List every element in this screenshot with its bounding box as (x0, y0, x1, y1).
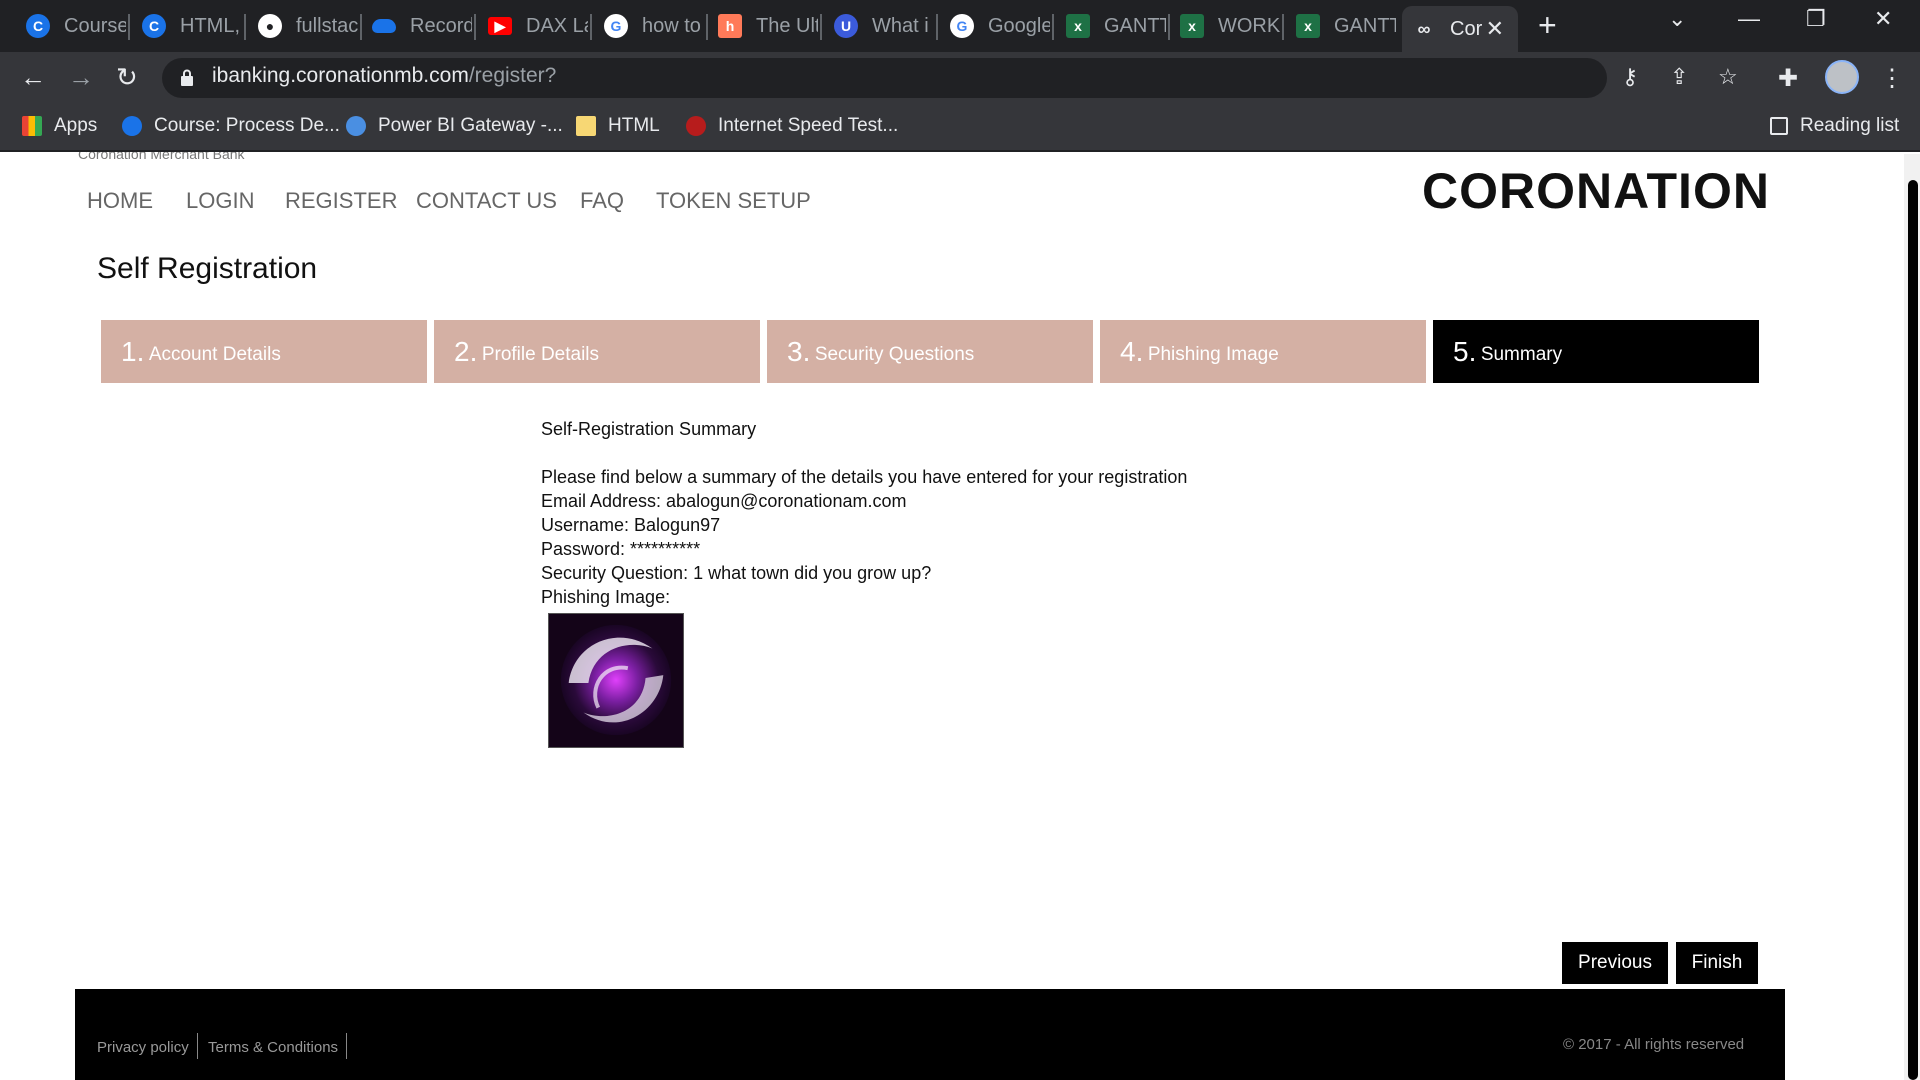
back-icon[interactable]: ← (20, 62, 46, 93)
tab-12[interactable]: x GANTT (1296, 0, 1396, 52)
tab-active[interactable]: ∞ Cor ✕ (1402, 6, 1518, 52)
summary-password: Password: ********** (541, 539, 701, 559)
footer-divider (346, 1033, 347, 1059)
summary-heading: Self-Registration Summary (541, 419, 757, 439)
extensions-icon[interactable]: ✚ (1778, 64, 1798, 93)
tab-separator (706, 14, 708, 40)
scrollbar-thumb[interactable] (1908, 180, 1918, 1080)
step-account-details[interactable]: 1. Account Details (101, 320, 427, 383)
summary-security-question: Security Question: 1 what town did you g… (541, 563, 932, 583)
reload-icon[interactable]: ↻ (116, 62, 138, 93)
tab-3[interactable]: ● fullstac (258, 0, 358, 52)
tab-10[interactable]: x GANTT (1066, 0, 1166, 52)
tab-7[interactable]: h The Ult (718, 0, 818, 52)
excel-icon: x (1296, 14, 1320, 38)
u-icon: U (834, 14, 858, 38)
coronation-icon: ∞ (1417, 18, 1431, 39)
summary-email: Email Address: abalogun@coronationam.com (541, 491, 907, 511)
step-phishing-image[interactable]: 4. Phishing Image (1100, 320, 1426, 383)
tab-9[interactable]: G Google (950, 0, 1050, 52)
bookmark-html-label[interactable]: HTML (576, 115, 660, 137)
tab-separator (474, 14, 476, 40)
url-text[interactable]: ibanking.coronationmb.com/register? (212, 64, 556, 88)
tab-separator (820, 14, 822, 40)
bookmark-apps-label[interactable]: Apps (22, 115, 97, 137)
step-profile-details[interactable]: 2. Profile Details (434, 320, 760, 383)
nav-faq[interactable]: FAQ (580, 188, 624, 214)
finish-button[interactable]: Finish (1676, 942, 1758, 984)
coursera-icon (122, 116, 142, 136)
nav-register[interactable]: REGISTER (285, 188, 397, 214)
close-tab-icon[interactable]: ✕ (1486, 16, 1504, 42)
tab-separator (1052, 14, 1054, 40)
speedtest-icon (686, 116, 706, 136)
tab-5[interactable]: ▶DAX La (488, 0, 588, 52)
summary-panel: Self-Registration Summary Please find be… (541, 417, 1187, 609)
tab-8[interactable]: U What i (834, 0, 934, 52)
hubspot-icon: h (718, 14, 742, 38)
bookmark-speedtest-label[interactable]: Internet Speed Test... (686, 115, 898, 137)
tab-search-icon[interactable]: ⌄ (1668, 6, 1686, 32)
lock-icon (181, 69, 193, 86)
tab-1[interactable]: C Course (26, 0, 126, 52)
summary-username: Username: Balogun97 (541, 515, 721, 535)
step-summary[interactable]: 5. Summary (1433, 320, 1759, 383)
tab-separator (1282, 14, 1284, 40)
new-tab-button[interactable]: + (1538, 9, 1557, 41)
nav-home[interactable]: HOME (87, 188, 153, 214)
nav-login[interactable]: LOGIN (186, 188, 254, 214)
tab-separator (936, 14, 938, 40)
tab-separator (128, 14, 130, 40)
star-icon[interactable]: ☆ (1718, 64, 1738, 90)
footer (75, 989, 1785, 1080)
phishing-image (548, 613, 684, 748)
reading-list-icon (1770, 117, 1788, 135)
close-window-icon[interactable]: ✕ (1874, 6, 1892, 32)
excel-icon: x (1180, 14, 1204, 38)
terms-link[interactable]: Terms & Conditions (208, 1039, 338, 1056)
bookmark-powerbi-label[interactable]: Power BI Gateway -... (346, 115, 563, 137)
coursera-icon: C (26, 14, 50, 38)
nav-contact-us[interactable]: CONTACT US (416, 188, 557, 214)
powerbi-icon (346, 116, 366, 136)
nav-token-setup[interactable]: TOKEN SETUP (656, 188, 811, 214)
youtube-icon: ▶ (488, 17, 512, 35)
coronation-logo[interactable]: CORONATION (1422, 162, 1770, 220)
coursera-icon: C (142, 14, 166, 38)
restore-icon[interactable]: ❐ (1806, 6, 1826, 32)
google-icon: G (950, 14, 974, 38)
previous-button[interactable]: Previous (1562, 942, 1668, 984)
tab-11[interactable]: x WORKI (1180, 0, 1280, 52)
key-icon[interactable]: ⚷ (1622, 64, 1638, 90)
footer-divider (197, 1033, 198, 1059)
reading-list-label[interactable]: Reading list (1770, 115, 1899, 137)
page-title: Self Registration (97, 252, 318, 285)
google-icon: G (604, 14, 628, 38)
step-security-questions[interactable]: 3. Security Questions (767, 320, 1093, 383)
tab-separator (244, 14, 246, 40)
tab-separator (360, 14, 362, 40)
menu-icon[interactable]: ⋮ (1880, 64, 1904, 93)
tab-separator (590, 14, 592, 40)
tab-2[interactable]: C HTML, (142, 0, 242, 52)
tab-6[interactable]: Ghow to (604, 0, 704, 52)
profile-avatar[interactable] (1825, 60, 1859, 94)
apps-grid-icon (22, 116, 42, 136)
minimize-icon[interactable]: — (1738, 6, 1760, 32)
tab-separator (1168, 14, 1170, 40)
onedrive-icon (372, 19, 396, 33)
tab-4[interactable]: Record (372, 0, 472, 52)
forward-icon[interactable]: → (68, 62, 94, 93)
bookmark-course-label[interactable]: Course: Process De... (122, 115, 340, 137)
share-icon[interactable]: ⇪ (1670, 64, 1688, 90)
github-icon: ● (258, 14, 282, 38)
summary-intro: Please find below a summary of the detai… (541, 467, 1188, 487)
summary-phishing-label: Phishing Image: (541, 587, 671, 607)
excel-icon: x (1066, 14, 1090, 38)
copyright-text: © 2017 - All rights reserved (1563, 1036, 1745, 1053)
folder-icon (576, 116, 596, 136)
privacy-policy-link[interactable]: Privacy policy (97, 1039, 189, 1056)
